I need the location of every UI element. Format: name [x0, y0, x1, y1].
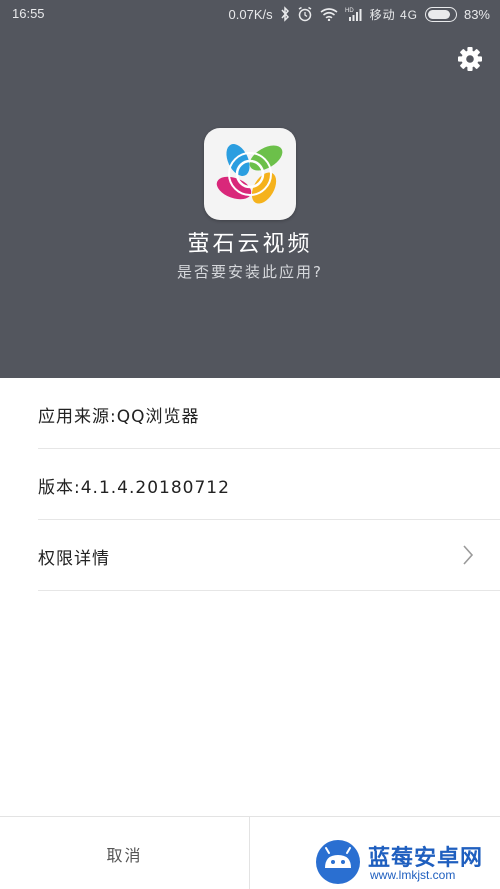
- status-bar: 16:55 0.07K/s HD 移动 4G 83%: [0, 0, 500, 28]
- app-version-row: 版本:4.1.4.20180712: [38, 449, 500, 520]
- svg-text:HD: HD: [345, 8, 354, 14]
- status-right: 0.07K/s HD 移动 4G 83%: [229, 5, 490, 23]
- permissions-label: 权限详情: [38, 549, 110, 569]
- cancel-button[interactable]: 取消: [0, 817, 249, 889]
- battery-percent: 83%: [463, 6, 490, 22]
- app-name: 萤石云视频: [187, 232, 313, 257]
- alarm-icon: [297, 6, 313, 22]
- install-question: 是否要安装此应用?: [177, 263, 323, 281]
- hd-signal-icon: HD: [345, 6, 363, 22]
- network-speed: 0.07K/s: [228, 6, 273, 22]
- watermark: 蓝莓安卓网 www.lmkjst.com: [314, 836, 500, 888]
- app-version-label: 版本:4.1.4.20180712: [38, 478, 230, 498]
- android-logo-icon: [314, 836, 362, 884]
- app-icon: [204, 128, 296, 220]
- app-source-label: 应用来源:QQ浏览器: [38, 407, 200, 427]
- permissions-row[interactable]: 权限详情: [38, 520, 500, 591]
- battery-icon: [424, 6, 457, 22]
- wifi-icon: [320, 7, 338, 21]
- chevron-right-icon: [462, 544, 474, 566]
- status-time: 16:55: [12, 6, 45, 21]
- bluetooth-icon: [280, 6, 290, 22]
- watermark-url: www.lmkjst.com: [370, 868, 456, 882]
- carrier-label: 移动 4G: [369, 7, 418, 22]
- app-header: 16:55 0.07K/s HD 移动 4G 83% 萤石云视频 是否要安装此应…: [0, 0, 500, 378]
- gear-icon[interactable]: [457, 46, 483, 72]
- battery-fill: [427, 9, 450, 19]
- app-source-row: 应用来源:QQ浏览器: [38, 378, 500, 449]
